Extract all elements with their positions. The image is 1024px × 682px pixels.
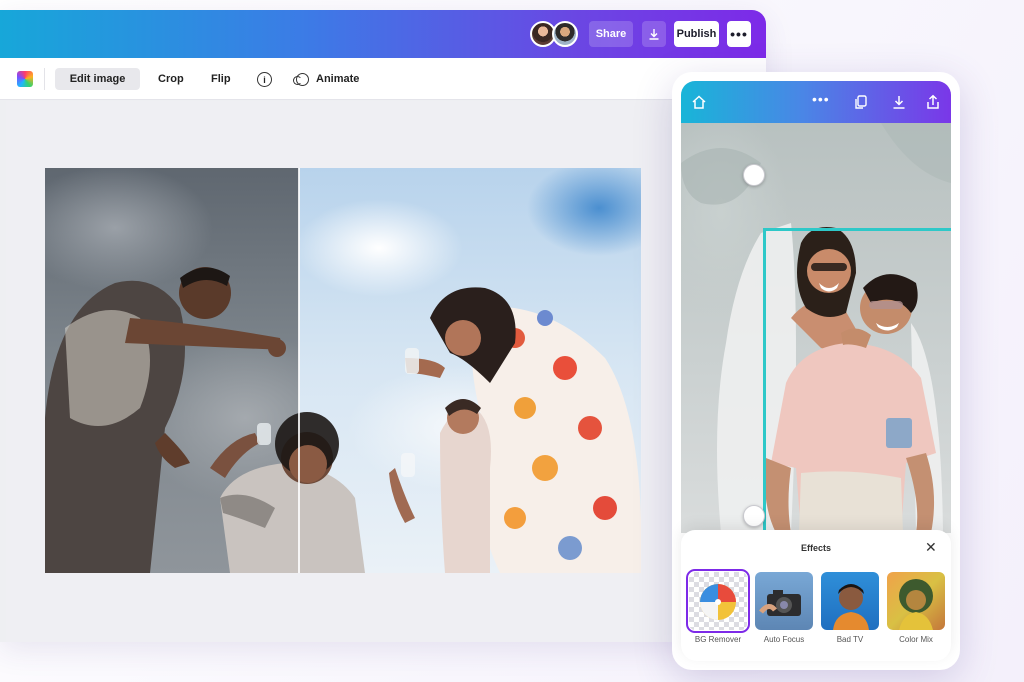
flip-button[interactable]: Flip (211, 68, 231, 90)
effect-thumbnail (686, 569, 750, 633)
effect-thumbnail (887, 572, 945, 630)
effect-label: Auto Focus (763, 635, 805, 644)
bg-remover-selection-box[interactable] (763, 228, 951, 533)
editor-top-bar: Share Publish ••• (0, 10, 766, 58)
download-icon (649, 29, 659, 40)
phone-top-bar: ••• (681, 81, 951, 123)
effect-label: Bad TV (836, 635, 864, 644)
effects-panel: Effects ✕ BG Remover Auto Focus Bad TV C… (681, 530, 951, 661)
collaborator-avatar-2[interactable] (552, 21, 578, 47)
animate-icon (293, 72, 309, 86)
share-icon[interactable] (925, 94, 941, 110)
selection-handle-bottom-left[interactable] (743, 505, 765, 527)
portrait-icon (833, 584, 869, 630)
copy-icon[interactable] (853, 94, 869, 110)
effect-bg-remover[interactable]: BG Remover (686, 569, 750, 644)
more-icon[interactable]: ••• (812, 91, 830, 107)
effect-thumbnail (755, 572, 813, 630)
image-toolbar: Edit image Crop Flip i Animate (0, 58, 766, 100)
effects-title: Effects (800, 543, 831, 553)
phone-mockup: ••• Effects ✕ BG Remover Auto Focus Bad … (672, 72, 960, 670)
more-options-button[interactable]: ••• (727, 21, 751, 47)
animate-label: Animate (316, 73, 360, 85)
download-icon[interactable] (891, 94, 907, 110)
download-button[interactable] (642, 21, 666, 47)
close-icon[interactable]: ✕ (925, 539, 937, 556)
effect-thumbnail (821, 572, 879, 630)
share-button[interactable]: Share (589, 21, 633, 47)
people-illustration (45, 267, 641, 573)
selection-handle-top-left[interactable] (743, 164, 765, 186)
camera-icon (759, 590, 801, 616)
beach-ball-icon (700, 584, 736, 620)
effect-label: BG Remover (694, 635, 742, 644)
color-swatch-icon[interactable] (17, 71, 33, 87)
collaborator-avatars (530, 21, 578, 47)
effect-auto-focus[interactable]: Auto Focus (755, 572, 813, 644)
effect-bad-tv[interactable]: Bad TV (821, 572, 879, 644)
before-after-split-line[interactable] (298, 168, 300, 573)
phone-photo[interactable] (681, 123, 951, 533)
toolbar-divider (44, 68, 45, 90)
effect-label: Color Mix (899, 635, 933, 644)
edit-image-button[interactable]: Edit image (55, 68, 140, 90)
home-icon[interactable] (691, 94, 707, 110)
canvas-photo[interactable] (45, 168, 641, 573)
publish-button[interactable]: Publish (674, 21, 719, 47)
crop-button[interactable]: Crop (158, 68, 184, 90)
animate-button[interactable]: Animate (293, 68, 360, 90)
effect-color-mix[interactable]: Color Mix (887, 572, 945, 644)
info-icon[interactable]: i (257, 72, 272, 87)
portrait-icon (899, 579, 933, 630)
